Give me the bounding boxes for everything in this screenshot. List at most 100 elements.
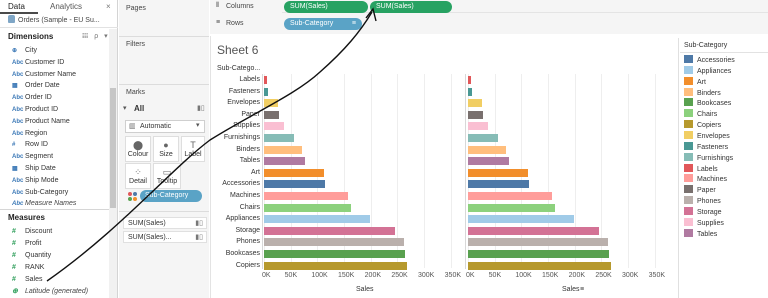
bar-envelopes[interactable] (264, 99, 279, 108)
measure-field[interactable]: # Quantity (12, 250, 51, 261)
bar-copiers[interactable] (264, 261, 407, 270)
bar-phones[interactable] (468, 238, 608, 247)
dimensions-tools-icon[interactable]: 𝍖 ρ ▾ (82, 32, 110, 40)
scrollbar-thumb[interactable] (110, 88, 116, 208)
dimension-field[interactable]: Abc Region (12, 128, 47, 139)
dimension-field[interactable]: Abc Measure Names (12, 198, 76, 209)
marks-all-label[interactable]: All (134, 104, 144, 113)
legend-item[interactable]: Binders (684, 87, 721, 98)
bar-bookcases[interactable] (264, 250, 405, 258)
detail-button[interactable]: ⁘ Detail (125, 163, 151, 189)
label-button[interactable]: T Label (181, 136, 205, 162)
bar-labels[interactable] (264, 76, 268, 84)
bar-fasteners[interactable] (264, 87, 269, 96)
legend-item[interactable]: Art (684, 76, 706, 87)
category-label[interactable]: Furnishings (216, 133, 260, 143)
bar-supplies[interactable] (468, 122, 488, 131)
measure-field[interactable]: # Discount (12, 226, 52, 237)
legend-item[interactable]: Fasteners (684, 141, 728, 152)
bar-appliances[interactable] (264, 215, 370, 224)
category-label[interactable]: Paper (216, 110, 260, 120)
legend-item[interactable]: Envelopes (684, 130, 730, 141)
category-label[interactable]: Storage (216, 226, 260, 236)
dimension-field[interactable]: Abc Customer ID (12, 57, 64, 68)
category-label[interactable]: Phones (216, 237, 260, 247)
dimension-field[interactable]: Abc Segment (12, 151, 53, 162)
bar-furnishings[interactable] (264, 134, 294, 142)
bar-bookcases[interactable] (468, 250, 609, 258)
bar-binders[interactable] (468, 145, 507, 154)
legend-item[interactable]: Copiers (684, 120, 721, 130)
bar-chairs[interactable] (468, 203, 555, 212)
bar-phones[interactable] (264, 238, 404, 247)
legend-item[interactable]: Paper (684, 185, 716, 195)
measure-field[interactable]: # Sales (12, 274, 43, 285)
bar-paper[interactable] (468, 110, 483, 119)
legend-item[interactable]: Machines (684, 174, 727, 184)
bar-chairs[interactable] (264, 203, 351, 212)
category-label[interactable]: Accessories (216, 179, 260, 189)
datasource-item[interactable]: Orders (Sample - EU Su... (0, 14, 118, 28)
category-label[interactable]: Binders (216, 145, 260, 155)
marks-sum-sales-card-2[interactable]: SUM(Sales)... ▮▯ (123, 231, 207, 243)
bar-storage[interactable] (264, 226, 396, 235)
legend-item[interactable]: Storage (684, 206, 722, 217)
category-label[interactable]: Envelopes (216, 98, 260, 108)
tooltip-button[interactable]: ▭ Tooltip (153, 163, 181, 189)
category-label[interactable]: Labels (216, 75, 260, 85)
legend-item[interactable]: Tables (684, 228, 717, 239)
legend-item[interactable]: Appliances (684, 65, 731, 76)
dimension-field[interactable]: Abc Customer Name (12, 69, 76, 80)
tab-analytics[interactable]: Analytics (50, 0, 82, 13)
sort-icon[interactable]: ≡ (580, 286, 584, 293)
category-label[interactable]: Bookcases (216, 249, 260, 259)
category-label[interactable]: Supplies (216, 121, 260, 131)
legend-item[interactable]: Accessories (684, 55, 735, 65)
bar-appliances[interactable] (468, 215, 574, 224)
bar-storage[interactable] (468, 226, 600, 235)
dimension-field[interactable]: ▦ Ship Date (12, 163, 56, 174)
measure-field[interactable]: # Profit (12, 238, 41, 249)
size-button[interactable]: ● Size (153, 136, 179, 162)
legend-item[interactable]: Chairs (684, 109, 717, 119)
marks-sum-sales-card[interactable]: SUM(Sales) ▮▯ (123, 217, 207, 229)
collapse-chevron-icon[interactable]: ▾ (123, 104, 127, 112)
bar-tables[interactable] (468, 157, 509, 166)
legend-item[interactable]: Bookcases (684, 98, 731, 108)
bar-fasteners[interactable] (468, 87, 473, 96)
category-label[interactable]: Appliances (216, 214, 260, 224)
dimension-field[interactable]: Abc Product ID (12, 104, 58, 115)
bar-machines[interactable] (264, 192, 348, 200)
dimension-field[interactable]: ▦ Order Date (12, 80, 60, 91)
measure-field[interactable]: ⊕ Latitude (generated) (12, 286, 88, 297)
category-label[interactable]: Machines (216, 191, 260, 201)
category-label[interactable]: Copiers (216, 261, 260, 271)
legend-item[interactable]: Furnishings (684, 152, 733, 163)
bar-paper[interactable] (264, 110, 279, 119)
legend-item[interactable]: Phones (684, 196, 721, 206)
bar-binders[interactable] (264, 145, 303, 154)
dimension-field[interactable]: Abc Product Name (12, 116, 70, 127)
category-label[interactable]: Fasteners (216, 87, 260, 97)
mark-type-dropdown[interactable]: Automatic (125, 120, 205, 133)
bar-furnishings[interactable] (468, 134, 498, 142)
bar-tables[interactable] (264, 157, 305, 166)
close-icon[interactable]: × (106, 0, 111, 13)
bar-accessories[interactable] (468, 180, 530, 189)
category-label[interactable]: Chairs (216, 203, 260, 213)
legend-item[interactable]: Supplies (684, 217, 724, 228)
dimension-field[interactable]: Abc Ship Mode (12, 175, 58, 186)
columns-pill-sum-sales[interactable]: SUM(Sales) (284, 1, 368, 13)
bar-accessories[interactable] (264, 180, 326, 189)
bar-supplies[interactable] (264, 122, 284, 131)
colour-field-pill[interactable]: Sub-Category (140, 190, 202, 202)
measure-field[interactable]: # RANK (12, 262, 44, 273)
bar-art[interactable] (264, 168, 324, 177)
category-label[interactable]: Art (216, 168, 260, 178)
bar-envelopes[interactable] (468, 99, 483, 108)
columns-pill-sum-sales-2[interactable]: SUM(Sales) (370, 1, 452, 13)
bar-labels[interactable] (468, 76, 472, 84)
bar-copiers[interactable] (468, 261, 611, 270)
dimension-field[interactable]: # Row ID (12, 139, 48, 150)
dimension-field[interactable]: Abc Order ID (12, 92, 52, 103)
